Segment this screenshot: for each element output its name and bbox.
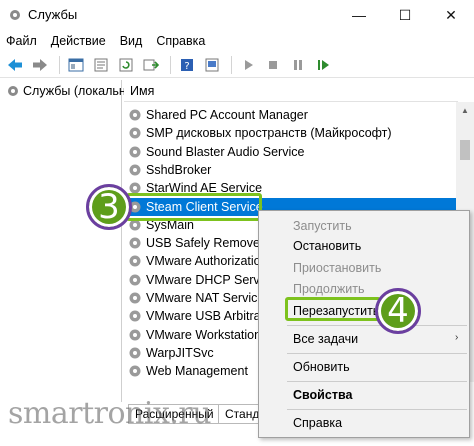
- menu-item-pause[interactable]: Приостановить: [293, 261, 381, 275]
- submenu-arrow-icon: ›: [455, 332, 459, 343]
- service-name: VMware Workstation S: [146, 327, 273, 342]
- toolbar-separator: [59, 55, 60, 74]
- tree-pane: Службы (локальн: [0, 80, 126, 402]
- menu-view[interactable]: Вид: [120, 34, 143, 48]
- step-badge-3: 3: [86, 184, 132, 230]
- menu-item-start[interactable]: Запустить: [293, 219, 352, 233]
- properties-icon[interactable]: [90, 54, 112, 76]
- gear-icon: [8, 86, 18, 96]
- toolbar-separator: [170, 55, 171, 74]
- service-name: SMP дисковых пространств (Майкрософт): [146, 126, 392, 141]
- menu-separator: [287, 353, 467, 354]
- gear-icon: [129, 109, 141, 121]
- menu-item-resume[interactable]: Продолжить: [293, 282, 364, 296]
- pause-icon[interactable]: [287, 54, 309, 76]
- gear-icon: [129, 127, 141, 139]
- service-row[interactable]: Sound Blaster Audio Service: [128, 143, 458, 161]
- resume-icon[interactable]: [312, 54, 334, 76]
- minimize-button[interactable]: —: [336, 0, 382, 30]
- tree-item-services-local[interactable]: Службы (локальн: [6, 84, 126, 98]
- menu-separator: [287, 325, 467, 326]
- gear-icon: [129, 347, 141, 359]
- service-name: Shared PC Account Manager: [146, 108, 308, 122]
- window-title: Службы: [28, 7, 78, 22]
- maximize-button[interactable]: ☐: [382, 0, 428, 30]
- gear-icon: [129, 365, 141, 377]
- forward-arrow-icon[interactable]: [29, 54, 51, 76]
- service-name: VMware USB Arbitratio: [146, 309, 274, 324]
- menu-separator: [287, 409, 467, 410]
- menu-item-properties[interactable]: Свойства: [293, 388, 352, 402]
- svg-text:?: ?: [184, 61, 189, 72]
- menu-separator: [287, 381, 467, 382]
- scroll-thumb[interactable]: [460, 140, 470, 160]
- gear-icon: [129, 310, 141, 322]
- step-badge-4: 4: [375, 288, 421, 334]
- play-icon[interactable]: [237, 54, 259, 76]
- service-name: VMware Authorization: [146, 254, 268, 269]
- tree-item-label: Службы (локальн: [23, 84, 126, 98]
- close-button[interactable]: ✕: [428, 0, 474, 30]
- menu-bar: Файл Действие Вид Справка: [0, 30, 474, 52]
- stop-icon[interactable]: [262, 54, 284, 76]
- service-name: VMware DHCP Service: [146, 272, 276, 287]
- service-row[interactable]: SMP дисковых пространств (Майкрософт): [128, 124, 458, 142]
- menu-file[interactable]: Файл: [6, 34, 37, 48]
- menu-item-stop[interactable]: Остановить: [293, 239, 361, 253]
- scroll-up-icon[interactable]: ▲: [456, 102, 474, 118]
- selection-highlight-frame: [126, 193, 262, 221]
- watermark: smartronix.ru: [8, 396, 212, 431]
- service-name: SshdBroker: [146, 162, 212, 177]
- service-row[interactable]: SshdBroker: [128, 161, 458, 179]
- refresh-icon[interactable]: [115, 54, 137, 76]
- services-gear-icon: [10, 10, 20, 20]
- export-list-icon[interactable]: [140, 54, 162, 76]
- gear-icon: [129, 329, 141, 341]
- context-menu: Запустить Остановить Приостановить Продо…: [258, 210, 470, 438]
- service-name: Sound Blaster Audio Service: [146, 144, 305, 159]
- menu-item-all-tasks[interactable]: Все задачи: [293, 332, 358, 346]
- service-name: Web Management: [146, 364, 248, 379]
- gear-icon: [129, 146, 141, 158]
- toolbar-separator: [231, 55, 232, 74]
- toolbar: ?: [0, 52, 474, 78]
- menu-help[interactable]: Справка: [156, 34, 205, 48]
- menu-item-refresh[interactable]: Обновить: [293, 360, 350, 374]
- service-name: WarpJITSvc: [146, 345, 214, 360]
- service-name: VMware NAT Service: [146, 291, 265, 305]
- back-arrow-icon[interactable]: [4, 54, 26, 76]
- gear-icon: [129, 237, 141, 249]
- gear-icon: [129, 255, 141, 267]
- menu-item-help[interactable]: Справка: [293, 416, 342, 430]
- gear-icon: [129, 292, 141, 304]
- console-icon[interactable]: [201, 54, 223, 76]
- service-row[interactable]: Shared PC Account Manager: [128, 106, 458, 124]
- show-pane-icon[interactable]: [65, 54, 87, 76]
- menu-action[interactable]: Действие: [51, 34, 106, 48]
- title-bar: Службы — ☐ ✕: [0, 0, 474, 30]
- gear-icon: [129, 274, 141, 286]
- help-icon[interactable]: ?: [176, 54, 198, 76]
- menu-item-restart[interactable]: Перезапустить: [293, 304, 379, 318]
- gear-icon: [129, 164, 141, 176]
- column-header-name[interactable]: Имя: [124, 80, 458, 102]
